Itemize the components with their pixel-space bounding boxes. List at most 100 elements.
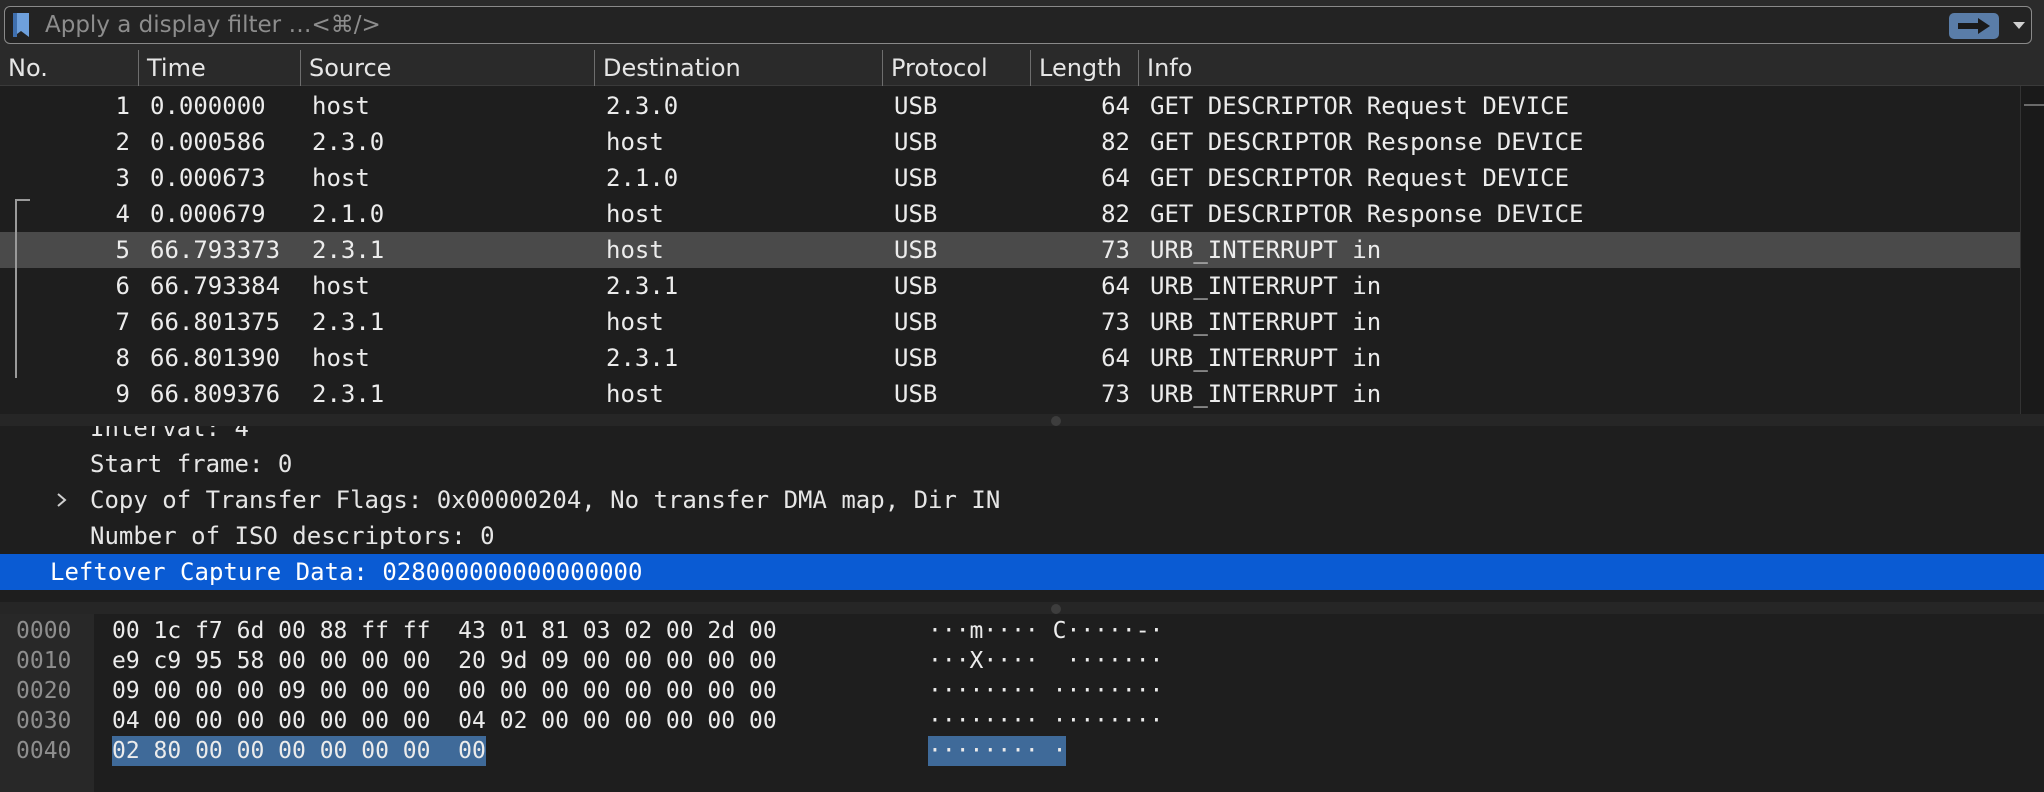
column-header-source[interactable]: Source [300, 50, 594, 86]
packet-destination: 2.3.0 [606, 92, 679, 120]
hex-dump-line: 0000 00 1c f7 6d 00 88 ff ff 43 01 81 03 … [0, 616, 1200, 646]
packet-protocol: USB [894, 344, 938, 372]
hex-dump-line: 0020 09 00 00 00 09 00 00 00 00 00 00 00 … [0, 676, 1200, 706]
packet-destination: host [606, 128, 664, 156]
hex-offset: 0030 [16, 708, 72, 734]
packet-row[interactable]: 1 0.000000 host 2.3.0 USB 64 GET DESCRIPTOR Re… [0, 88, 2020, 124]
packet-source: 2.3.1 [312, 236, 385, 264]
packet-destination: host [606, 200, 664, 228]
hex-dump-line: 0010 e9 c9 95 58 00 00 00 00 20 9d 09 00 … [0, 646, 1200, 676]
packet-protocol: USB [894, 164, 938, 192]
hex-dump-line: 0040 02 80 00 00 00 00 00 00 00 ········ · [0, 736, 1200, 766]
packet-row[interactable]: 6 66.793384 host 2.3.1 USB 64 URB_INTERRUPT in [0, 268, 2020, 304]
packet-info: URB_INTERRUPT in [1150, 380, 1382, 408]
packet-time: 66.809376 [150, 380, 281, 408]
packet-length: 64 [1101, 344, 1130, 372]
detail-row[interactable]: Interval: 4 [0, 426, 2044, 446]
packet-row-selected[interactable]: 5 66.793373 2.3.1 host USB 73 URB_INTERRUPT in [0, 232, 2020, 268]
bookmark-icon[interactable] [11, 12, 31, 38]
column-header-time[interactable]: Time [138, 50, 300, 86]
packet-source: host [312, 164, 370, 192]
pane-splitter-bottom[interactable] [0, 602, 2044, 614]
packet-row[interactable]: 9 66.809376 2.3.1 host USB 73 URB_INTERRUPT in [0, 376, 2020, 412]
packet-info: URB_INTERRUPT in [1150, 344, 1382, 372]
packet-row[interactable]: 4 0.000679 2.1.0 host USB 82 GET DESCRIPTOR Re… [0, 196, 2020, 232]
packet-source: 2.3.0 [312, 128, 385, 156]
column-header-no[interactable]: No. [0, 50, 138, 86]
scrollbar-thumb-cap[interactable] [2024, 104, 2044, 106]
hex-bytes[interactable]: 02 80 00 00 00 00 00 00 00 [112, 736, 486, 766]
hex-ascii[interactable]: ········ · [928, 736, 1067, 766]
packet-bytes-pane: 0000 00 1c f7 6d 00 88 ff ff 43 01 81 03 … [0, 614, 2044, 792]
packet-length: 64 [1101, 272, 1130, 300]
detail-row-selected[interactable]: Leftover Capture Data: 02800000000000000… [0, 554, 2044, 590]
packet-row[interactable]: 7 66.801375 2.3.1 host USB 73 URB_INTERRUPT in [0, 304, 2020, 340]
hex-ascii[interactable]: ···X···· ······· [928, 646, 1163, 676]
column-header-info[interactable]: Info [1138, 50, 2020, 86]
display-filter-toolbar [0, 0, 2044, 50]
packet-info: URB_INTERRUPT in [1150, 308, 1382, 336]
packet-source: 2.3.1 [312, 308, 385, 336]
detail-row[interactable]: Number of ISO descriptors: 0 [0, 518, 2044, 554]
hex-offset: 0010 [16, 648, 72, 674]
packet-length: 64 [1101, 164, 1130, 192]
packet-rows: 1 0.000000 host 2.3.0 USB 64 GET DESCRIPTOR Re… [0, 86, 2020, 414]
packet-length: 73 [1101, 308, 1130, 336]
packet-protocol: USB [894, 236, 938, 264]
pane-splitter-top[interactable] [0, 414, 2044, 426]
splitter-handle-icon[interactable] [1051, 416, 1061, 426]
packet-list-scrollbar[interactable] [2020, 86, 2044, 414]
packet-protocol: USB [894, 128, 938, 156]
packet-time: 66.793373 [150, 236, 281, 264]
column-header-length[interactable]: Length [1030, 50, 1138, 86]
packet-length: 73 [1101, 236, 1130, 264]
related-packet-bracket-icon [15, 199, 30, 378]
packet-row[interactable]: 2 0.000586 2.3.0 host USB 82 GET DESCRIPTOR Re… [0, 124, 2020, 160]
hex-offset: 0000 [16, 618, 72, 644]
packet-row[interactable]: 8 66.801390 host 2.3.1 USB 64 URB_INTERRUPT in [0, 340, 2020, 376]
apply-filter-button[interactable] [1949, 13, 1999, 39]
packet-protocol: USB [894, 92, 938, 120]
chevron-right-icon[interactable] [54, 482, 70, 518]
packet-length: 73 [1101, 380, 1130, 408]
packet-list: No. Time Source Destination Protocol Len… [0, 50, 2044, 414]
packet-time: 66.793384 [150, 272, 281, 300]
hex-offset: 0020 [16, 678, 72, 704]
packet-number: 1 [115, 92, 130, 120]
display-filter-box [4, 6, 2032, 44]
packet-destination: 2.3.1 [606, 344, 679, 372]
hex-ascii[interactable]: ···m···· C·····-· [928, 616, 1163, 646]
packet-info: GET DESCRIPTOR Response DEVICE [1150, 128, 1584, 156]
hex-bytes[interactable]: 00 1c f7 6d 00 88 ff ff 43 01 81 03 02 0… [112, 616, 777, 646]
packet-source: 2.3.1 [312, 380, 385, 408]
hex-ascii[interactable]: ········ ········ [928, 676, 1163, 706]
detail-row[interactable]: Copy of Transfer Flags: 0x00000204, No t… [0, 482, 2044, 518]
hex-dump-line: 0030 04 00 00 00 00 00 00 00 04 02 00 00 … [0, 706, 1200, 736]
detail-field-text: Leftover Capture Data: 02800000000000000… [50, 558, 643, 586]
column-header-protocol[interactable]: Protocol [882, 50, 1030, 86]
packet-list-header: No. Time Source Destination Protocol Len… [0, 50, 2044, 86]
packet-source: host [312, 344, 370, 372]
packet-destination: host [606, 236, 664, 264]
packet-number: 9 [115, 380, 130, 408]
packet-time: 0.000000 [150, 92, 266, 120]
chevron-down-icon[interactable] [2011, 19, 2027, 31]
packet-source: 2.1.0 [312, 200, 385, 228]
detail-field-text: Copy of Transfer Flags: 0x00000204, No t… [90, 486, 1001, 514]
packet-time: 66.801390 [150, 344, 281, 372]
detail-row[interactable]: Start frame: 0 [0, 446, 2044, 482]
column-header-destination[interactable]: Destination [594, 50, 882, 86]
packet-destination: host [606, 380, 664, 408]
display-filter-input[interactable] [45, 10, 1925, 40]
hex-bytes[interactable]: 09 00 00 00 09 00 00 00 00 00 00 00 00 0… [112, 676, 777, 706]
packet-row[interactable]: 3 0.000673 host 2.1.0 USB 64 GET DESCRIPTOR Re… [0, 160, 2020, 196]
hex-bytes[interactable]: e9 c9 95 58 00 00 00 00 20 9d 09 00 00 0… [112, 646, 777, 676]
packet-protocol: USB [894, 308, 938, 336]
packet-length: 64 [1101, 92, 1130, 120]
splitter-handle-icon[interactable] [1051, 604, 1061, 614]
packet-time: 0.000586 [150, 128, 266, 156]
packet-destination: 2.1.0 [606, 164, 679, 192]
hex-bytes[interactable]: 04 00 00 00 00 00 00 00 04 02 00 00 00 0… [112, 706, 777, 736]
hex-ascii[interactable]: ········ ········ [928, 706, 1163, 736]
packet-info: GET DESCRIPTOR Request DEVICE [1150, 164, 1570, 192]
